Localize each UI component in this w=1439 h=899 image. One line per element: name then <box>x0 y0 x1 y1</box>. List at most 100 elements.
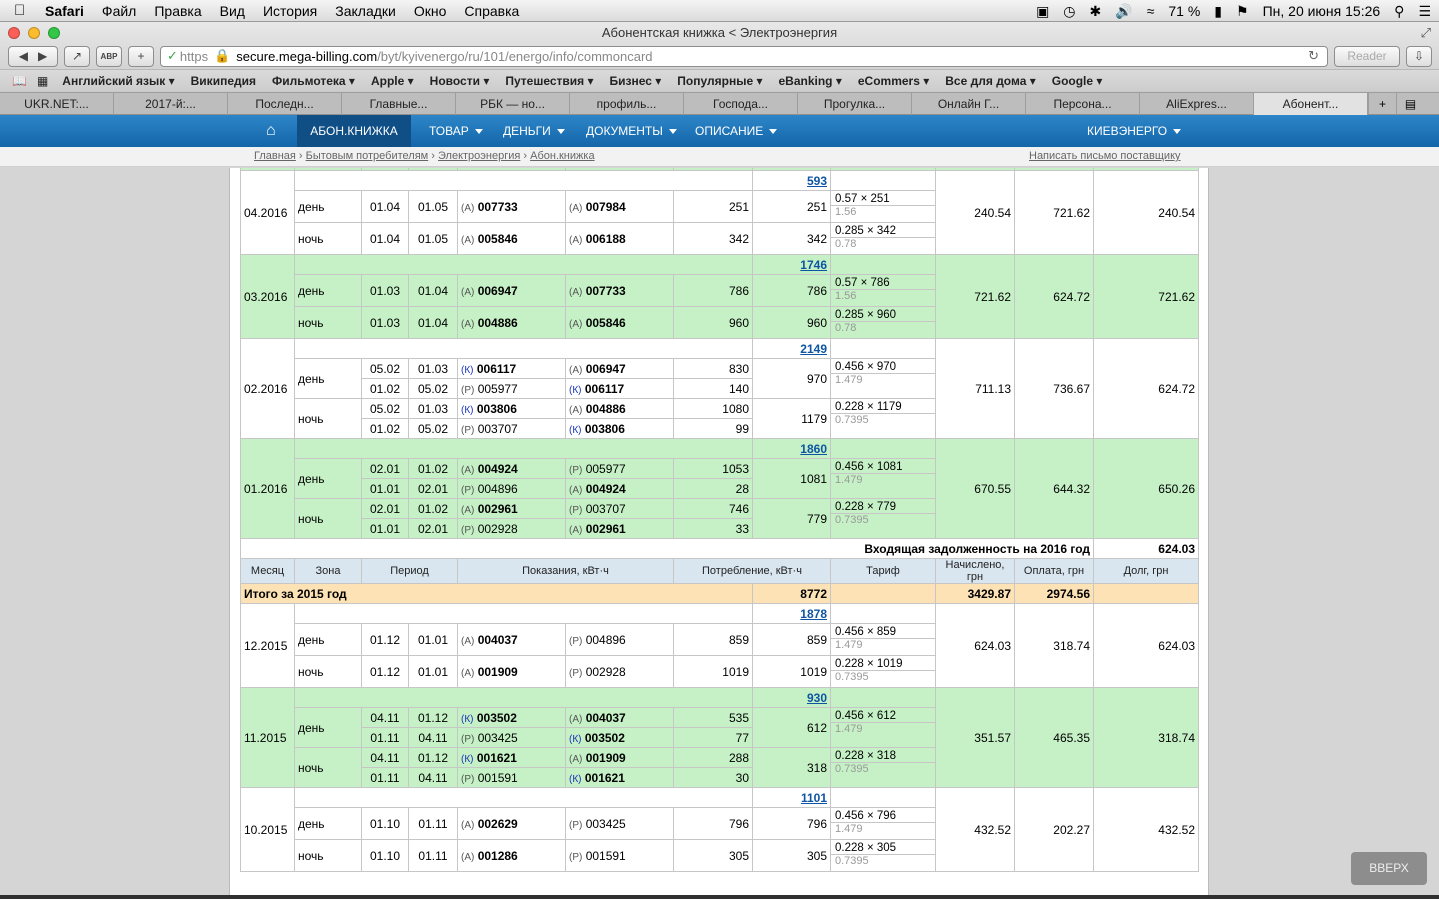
nav-description[interactable]: ОПИСАНИЕ <box>695 115 778 147</box>
battery-icon[interactable]: ▮ <box>1214 3 1222 20</box>
nav-goods[interactable]: ТОВАР <box>429 115 483 147</box>
browser-tab[interactable]: Персона... <box>1026 93 1140 115</box>
period-to: 01.02 <box>408 498 458 519</box>
home-icon[interactable]: ⌂ <box>266 115 276 147</box>
browser-tab[interactable]: РБК — но... <box>456 93 570 115</box>
month-total-link[interactable]: 1860 <box>800 442 827 456</box>
paid-value: 318.74 <box>1014 603 1094 688</box>
bookmark-item[interactable]: Apple ▾ <box>363 74 422 88</box>
address-bar[interactable]: ✓ https 🔒 secure.mega-billing.com /byt/k… <box>160 45 1328 67</box>
reading-source-label: (А) <box>461 635 475 647</box>
nav-documents[interactable]: ДОКУМЕНТЫ <box>586 115 677 147</box>
battery-status[interactable]: 71 % <box>1168 3 1200 19</box>
new-tab-icon[interactable]: + <box>1368 93 1396 114</box>
share-button[interactable]: ↗ <box>64 45 90 67</box>
bookmark-item[interactable]: eBanking ▾ <box>771 74 850 88</box>
write-supplier-link[interactable]: Написать письмо поставщику <box>1029 150 1181 162</box>
menu-edit[interactable]: Правка <box>145 3 210 19</box>
bookmark-item[interactable]: Бизнес ▾ <box>602 74 670 88</box>
menu-bookmarks[interactable]: Закладки <box>326 3 405 19</box>
top-sites-icon[interactable]: ▦ <box>33 74 54 88</box>
nav-abon-book[interactable]: АБОН.КНИЖКА <box>297 115 411 147</box>
clock[interactable]: Пн, 20 июня 15:26 <box>1263 3 1381 19</box>
zone-total-value: 1019 <box>752 655 831 688</box>
app-menu[interactable]: Safari <box>36 3 93 19</box>
new-tab-button[interactable]: + <box>128 45 154 67</box>
meter-value: 004896 <box>585 632 626 647</box>
reading-list-icon[interactable]: 📖 <box>0 74 33 88</box>
meter-value: 006947 <box>585 361 626 376</box>
browser-tab[interactable]: 2017-й:... <box>114 93 228 115</box>
period-from: 01.01 <box>361 478 409 499</box>
tab-overview-icon[interactable]: ▤ <box>1396 93 1424 114</box>
browser-tab[interactable]: Онлайн Г... <box>912 93 1026 115</box>
browser-tab[interactable]: AliExpres... <box>1140 93 1254 115</box>
bookmark-item[interactable]: eCommers ▾ <box>850 74 937 88</box>
fullscreen-icon[interactable]: ⤢ <box>1421 25 1431 41</box>
bookmark-item[interactable]: Популярные ▾ <box>669 74 770 88</box>
menu-help[interactable]: Справка <box>455 3 528 19</box>
bookmark-item[interactable]: Google ▾ <box>1044 74 1111 88</box>
month-total-link[interactable]: 2149 <box>800 342 827 356</box>
browser-tab-active[interactable]: Абонент... <box>1254 93 1368 115</box>
tariff-rate: 0.7395 <box>835 763 869 775</box>
reading-source-label: (Р) <box>461 524 475 536</box>
spotlight-icon[interactable]: ⚲ <box>1394 3 1404 20</box>
wifi-icon[interactable]: ≈ <box>1147 3 1155 19</box>
meter-value: 003502 <box>584 730 625 745</box>
table-cell <box>294 170 753 191</box>
back-icon[interactable]: ◀ <box>19 49 28 63</box>
incoming-debt-value: 624.03 <box>1093 538 1199 559</box>
download-button[interactable]: ⇩ <box>1406 45 1432 67</box>
bookmark-item[interactable]: Путешествия ▾ <box>497 74 601 88</box>
nav-region[interactable]: КИЕВЭНЕРГО <box>1087 115 1182 147</box>
bookmark-item[interactable]: Википедия <box>183 74 264 88</box>
notifications-icon[interactable]: ☰ <box>1418 3 1431 20</box>
breadcrumb-link[interactable]: Электроэнергия <box>438 150 520 162</box>
browser-tab[interactable]: Последн... <box>228 93 342 115</box>
reload-icon[interactable]: ↻ <box>1308 48 1319 64</box>
breadcrumb-link[interactable]: Бытовым потребителям <box>306 150 429 162</box>
menu-file[interactable]: Файл <box>93 3 145 19</box>
reader-button[interactable]: Reader <box>1334 45 1400 67</box>
zone-label: ночь <box>294 222 362 255</box>
time-machine-icon[interactable]: ◷ <box>1063 3 1075 20</box>
browser-tab[interactable]: Господа... <box>684 93 798 115</box>
url-host: secure.mega-billing.com <box>236 48 378 64</box>
volume-icon[interactable]: 🔊 <box>1115 3 1132 20</box>
meter-reading-cell: (Р) 004896 <box>457 478 566 499</box>
breadcrumb-link[interactable]: Главная <box>254 150 296 162</box>
menu-view[interactable]: Вид <box>211 3 254 19</box>
flag-icon[interactable]: ⚑ <box>1236 3 1249 20</box>
month-total-link[interactable]: 593 <box>807 174 827 188</box>
bookmark-item[interactable]: Новости ▾ <box>422 74 498 88</box>
menu-window[interactable]: Окно <box>405 3 456 19</box>
forward-icon[interactable]: ▶ <box>38 49 47 63</box>
column-header: Период <box>361 558 458 584</box>
bookmark-item[interactable]: Английский язык ▾ <box>54 74 182 88</box>
period-from: 01.03 <box>361 306 409 339</box>
adblock-button[interactable]: ABP <box>96 45 122 67</box>
month-total-cell: 593 <box>752 170 831 191</box>
menu-history[interactable]: История <box>254 3 326 19</box>
display-icon[interactable]: ▣ <box>1036 3 1049 20</box>
meter-reading-cell: (Р) 003425 <box>457 727 566 748</box>
month-total-link[interactable]: 930 <box>807 691 827 705</box>
consumption-value: 859 <box>673 623 753 656</box>
month-total-link[interactable]: 1101 <box>801 791 827 805</box>
bluetooth-icon[interactable]: ✱ <box>1090 3 1102 20</box>
month-total-link[interactable]: 1878 <box>800 607 827 621</box>
browser-tab[interactable]: профиль... <box>570 93 684 115</box>
apple-logo-icon[interactable]:  <box>14 2 36 19</box>
browser-tab[interactable]: Прогулка... <box>798 93 912 115</box>
reading-source-label: (Р) <box>569 851 583 863</box>
bookmark-item[interactable]: Все для дома ▾ <box>937 74 1043 88</box>
browser-tab[interactable]: UKR.NET:... <box>0 93 114 115</box>
back-forward-buttons[interactable]: ◀ ▶ <box>8 45 58 67</box>
month-total-link[interactable]: 1746 <box>800 258 827 272</box>
nav-money[interactable]: ДЕНЬГИ <box>503 115 565 147</box>
breadcrumb-link[interactable]: Абон.книжка <box>530 150 594 162</box>
browser-tab[interactable]: Главные... <box>342 93 456 115</box>
bookmark-item[interactable]: Фильмотека ▾ <box>264 74 363 88</box>
scroll-top-button[interactable]: ВВЕРХ <box>1351 852 1427 885</box>
